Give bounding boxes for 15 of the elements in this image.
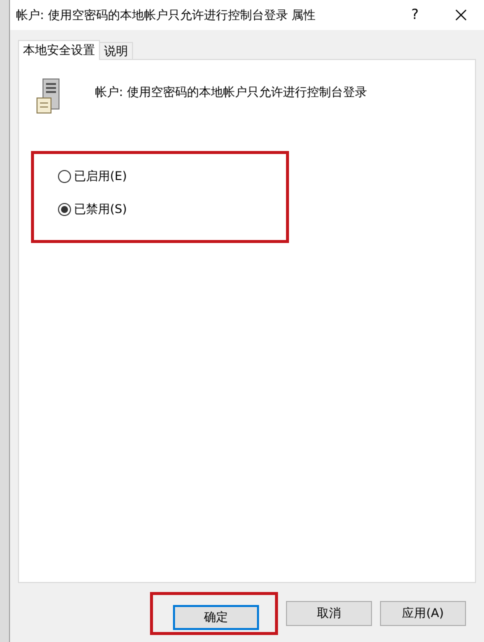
dialog-button[interactable]: 应用(A) [380, 600, 466, 626]
radio-button[interactable] [58, 170, 71, 183]
window-title: 帐户: 使用空密码的本地帐户只允许进行控制台登录 属性 [16, 6, 317, 24]
close-icon [455, 9, 467, 21]
dialog-button[interactable]: 确定 [173, 604, 259, 630]
policy-title: 帐户: 使用空密码的本地帐户只允许进行控制台登录 [95, 84, 367, 101]
tab[interactable]: 说明 [99, 42, 133, 60]
dialog-button[interactable]: 取消 [286, 600, 372, 626]
radio-label: 已启用(E) [74, 168, 127, 185]
radio-option[interactable]: 已启用(E) [58, 168, 286, 185]
help-button[interactable]: ? [392, 0, 438, 30]
radio-button[interactable] [58, 203, 71, 216]
radio-option[interactable]: 已禁用(S) [58, 201, 286, 218]
radio-label: 已禁用(S) [74, 201, 127, 218]
tab[interactable]: 本地安全设置 [18, 40, 100, 60]
